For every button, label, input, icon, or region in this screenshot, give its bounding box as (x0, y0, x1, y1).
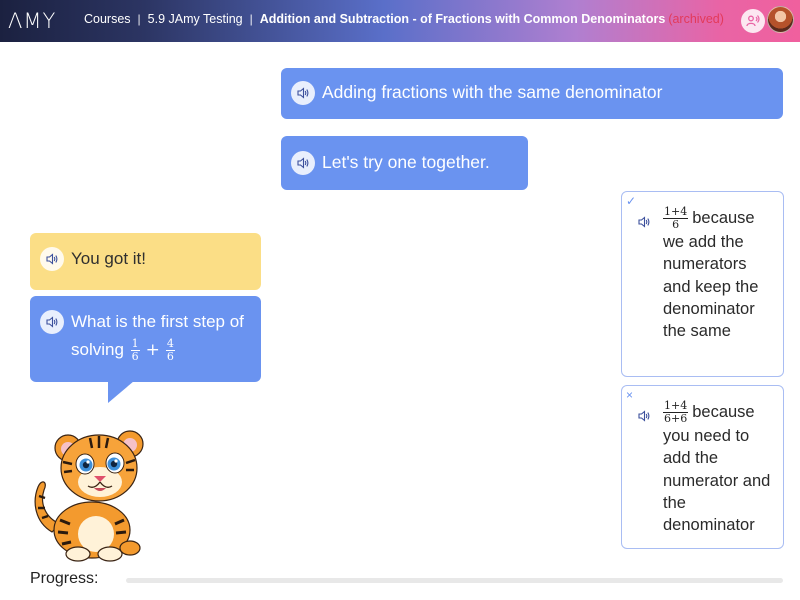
answer-text: 1+4 6+6 because you need to add the nume… (663, 400, 773, 536)
feedback-text: You got it! (71, 249, 146, 268)
progress-label: Progress: (30, 570, 99, 587)
breadcrumb-courses[interactable]: Courses (84, 12, 131, 26)
play-audio-button[interactable] (634, 406, 654, 426)
voice-icon (746, 15, 760, 27)
user-avatar[interactable] (767, 6, 794, 33)
play-audio-button[interactable] (634, 212, 654, 232)
tutor-message: Let's try one together. (281, 136, 528, 190)
amy-logo[interactable]: ΛMY (8, 10, 58, 32)
breadcrumb: Courses | 5.9 JAmy Testing | Addition an… (84, 12, 724, 26)
progress-bar (126, 578, 783, 583)
play-audio-button[interactable] (291, 81, 315, 105)
answer-option-incorrect[interactable]: × 1+4 6+6 because you need to add the nu… (621, 385, 784, 549)
speaker-icon (638, 410, 650, 422)
denominator: 6 (672, 218, 680, 231)
fraction: 4 6 (165, 338, 175, 364)
voice-settings-button[interactable] (741, 9, 765, 33)
play-audio-button[interactable] (40, 310, 64, 334)
answer-text: 1+4 6 because we add the numerators and … (663, 206, 773, 342)
tiger-mascot (34, 430, 144, 562)
top-bar: ΛMY Courses | 5.9 JAmy Testing | Additio… (0, 0, 800, 42)
fraction: 1 6 (130, 338, 140, 364)
denominator: 6 (131, 350, 139, 364)
plus-operator: + (145, 340, 160, 360)
message-text: Adding fractions with the same denominat… (322, 82, 663, 102)
feedback-message: You got it! (30, 233, 261, 290)
play-audio-button[interactable] (291, 151, 315, 175)
archived-badge: (archived) (668, 12, 724, 26)
check-icon: ✓ (626, 194, 637, 208)
breadcrumb-course[interactable]: 5.9 JAmy Testing (148, 12, 243, 26)
play-audio-button[interactable] (40, 247, 64, 271)
speech-bubble-tail (108, 381, 134, 403)
breadcrumb-separator: | (249, 12, 253, 26)
speaker-icon (297, 157, 309, 169)
cross-icon: × (626, 388, 634, 402)
question-text: What is the first step of solving 1 6 + … (71, 308, 251, 364)
speaker-icon (638, 216, 650, 228)
fraction: 1+4 6+6 (663, 400, 689, 425)
speaker-icon (46, 316, 58, 328)
answer-option-correct[interactable]: ✓ 1+4 6 because we add the numerators an… (621, 191, 784, 377)
denominator: 6 (166, 350, 174, 364)
denominator: 6+6 (664, 412, 688, 425)
speaker-icon (46, 253, 58, 265)
message-text: Let's try one together. (322, 152, 490, 172)
breadcrumb-current-lesson: Addition and Subtraction - of Fractions … (259, 12, 666, 26)
breadcrumb-separator: | (137, 12, 141, 26)
tutor-message: Adding fractions with the same denominat… (281, 68, 783, 119)
speaker-icon (297, 87, 309, 99)
fraction: 1+4 6 (663, 206, 689, 231)
question-message: What is the first step of solving 1 6 + … (30, 296, 261, 382)
